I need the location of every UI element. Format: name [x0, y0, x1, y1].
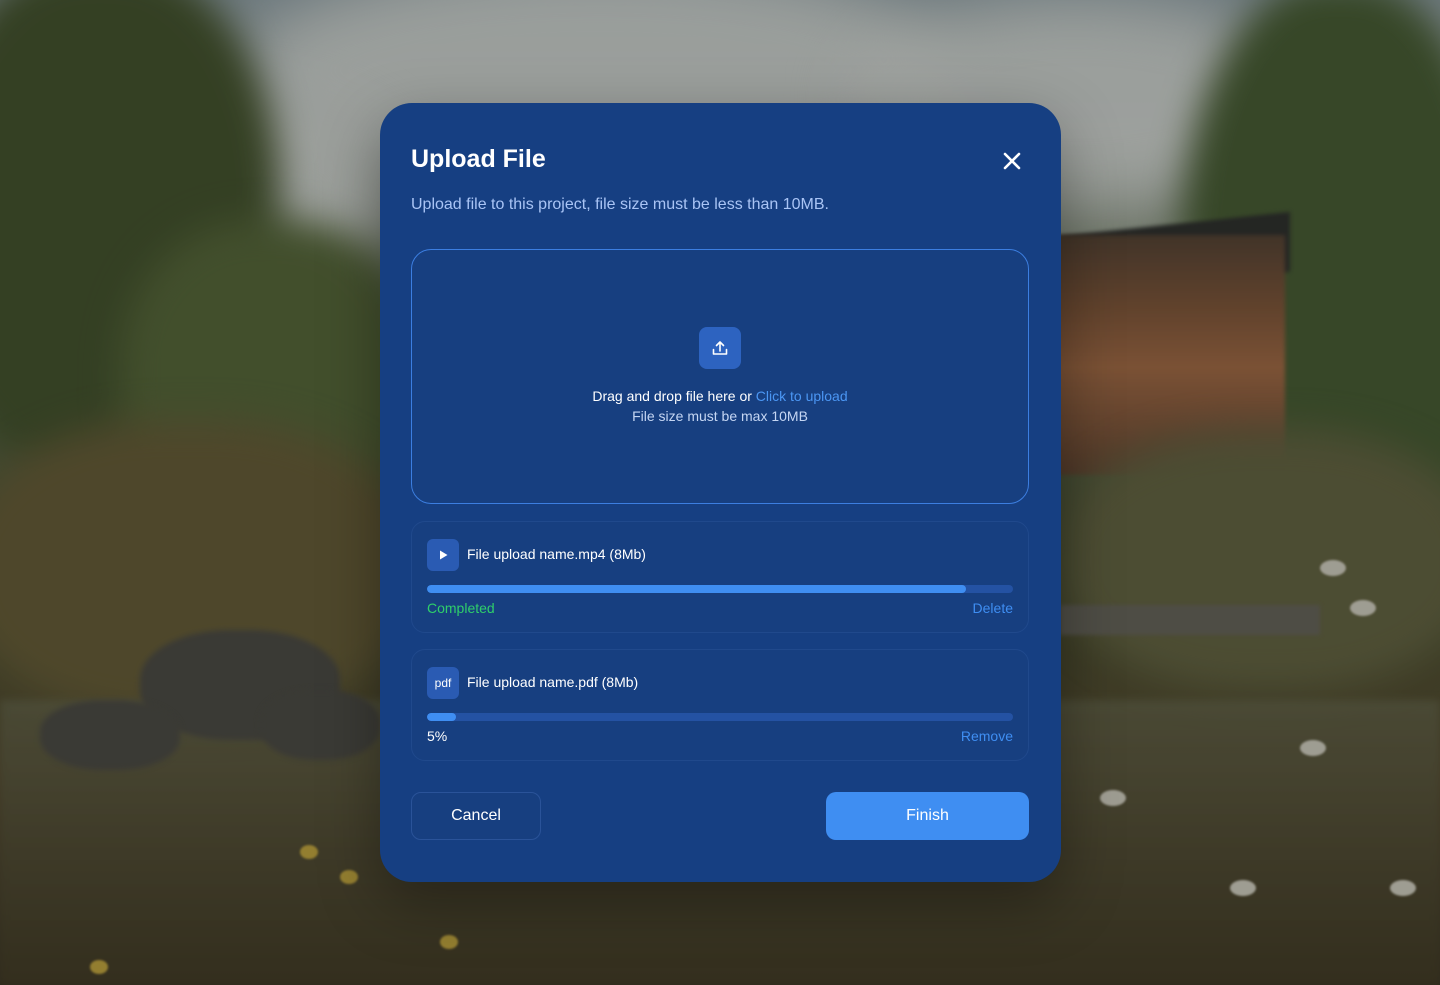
file-item: File upload name.mp4 (8Mb) Completed Del… — [411, 521, 1029, 633]
file-dropzone[interactable]: Drag and drop file here or Click to uplo… — [411, 249, 1029, 504]
file-name: File upload name.mp4 (8Mb) — [467, 546, 646, 562]
remove-link[interactable]: Remove — [961, 728, 1013, 744]
modal-subtitle: Upload file to this project, file size m… — [411, 196, 829, 213]
pdf-icon: pdf — [427, 667, 459, 699]
upload-file-modal: Upload File Upload file to this project,… — [380, 103, 1061, 882]
upload-icon[interactable] — [699, 327, 741, 369]
status-completed: Completed — [427, 600, 495, 616]
dropzone-prompt-text: Drag and drop file here or — [592, 388, 756, 404]
progress-fill — [427, 585, 967, 593]
play-icon — [427, 539, 459, 571]
file-name: File upload name.pdf (8Mb) — [467, 674, 639, 690]
dropzone-prompt: Drag and drop file here or Click to uplo… — [412, 388, 1028, 404]
file-item: pdf File upload name.pdf (8Mb) 5% Remove — [411, 649, 1029, 761]
status-percent: 5% — [427, 728, 448, 744]
modal-title: Upload File — [411, 145, 546, 173]
progress-fill — [427, 713, 457, 721]
finish-button[interactable]: Finish — [826, 792, 1029, 840]
dropzone-hint: File size must be max 10MB — [632, 408, 808, 424]
cancel-button[interactable]: Cancel — [411, 792, 541, 840]
progress-bar — [427, 713, 1013, 721]
progress-bar — [427, 585, 1013, 593]
click-to-upload-link[interactable]: Click to upload — [756, 388, 848, 404]
delete-link[interactable]: Delete — [973, 600, 1013, 616]
close-icon[interactable] — [998, 147, 1026, 175]
